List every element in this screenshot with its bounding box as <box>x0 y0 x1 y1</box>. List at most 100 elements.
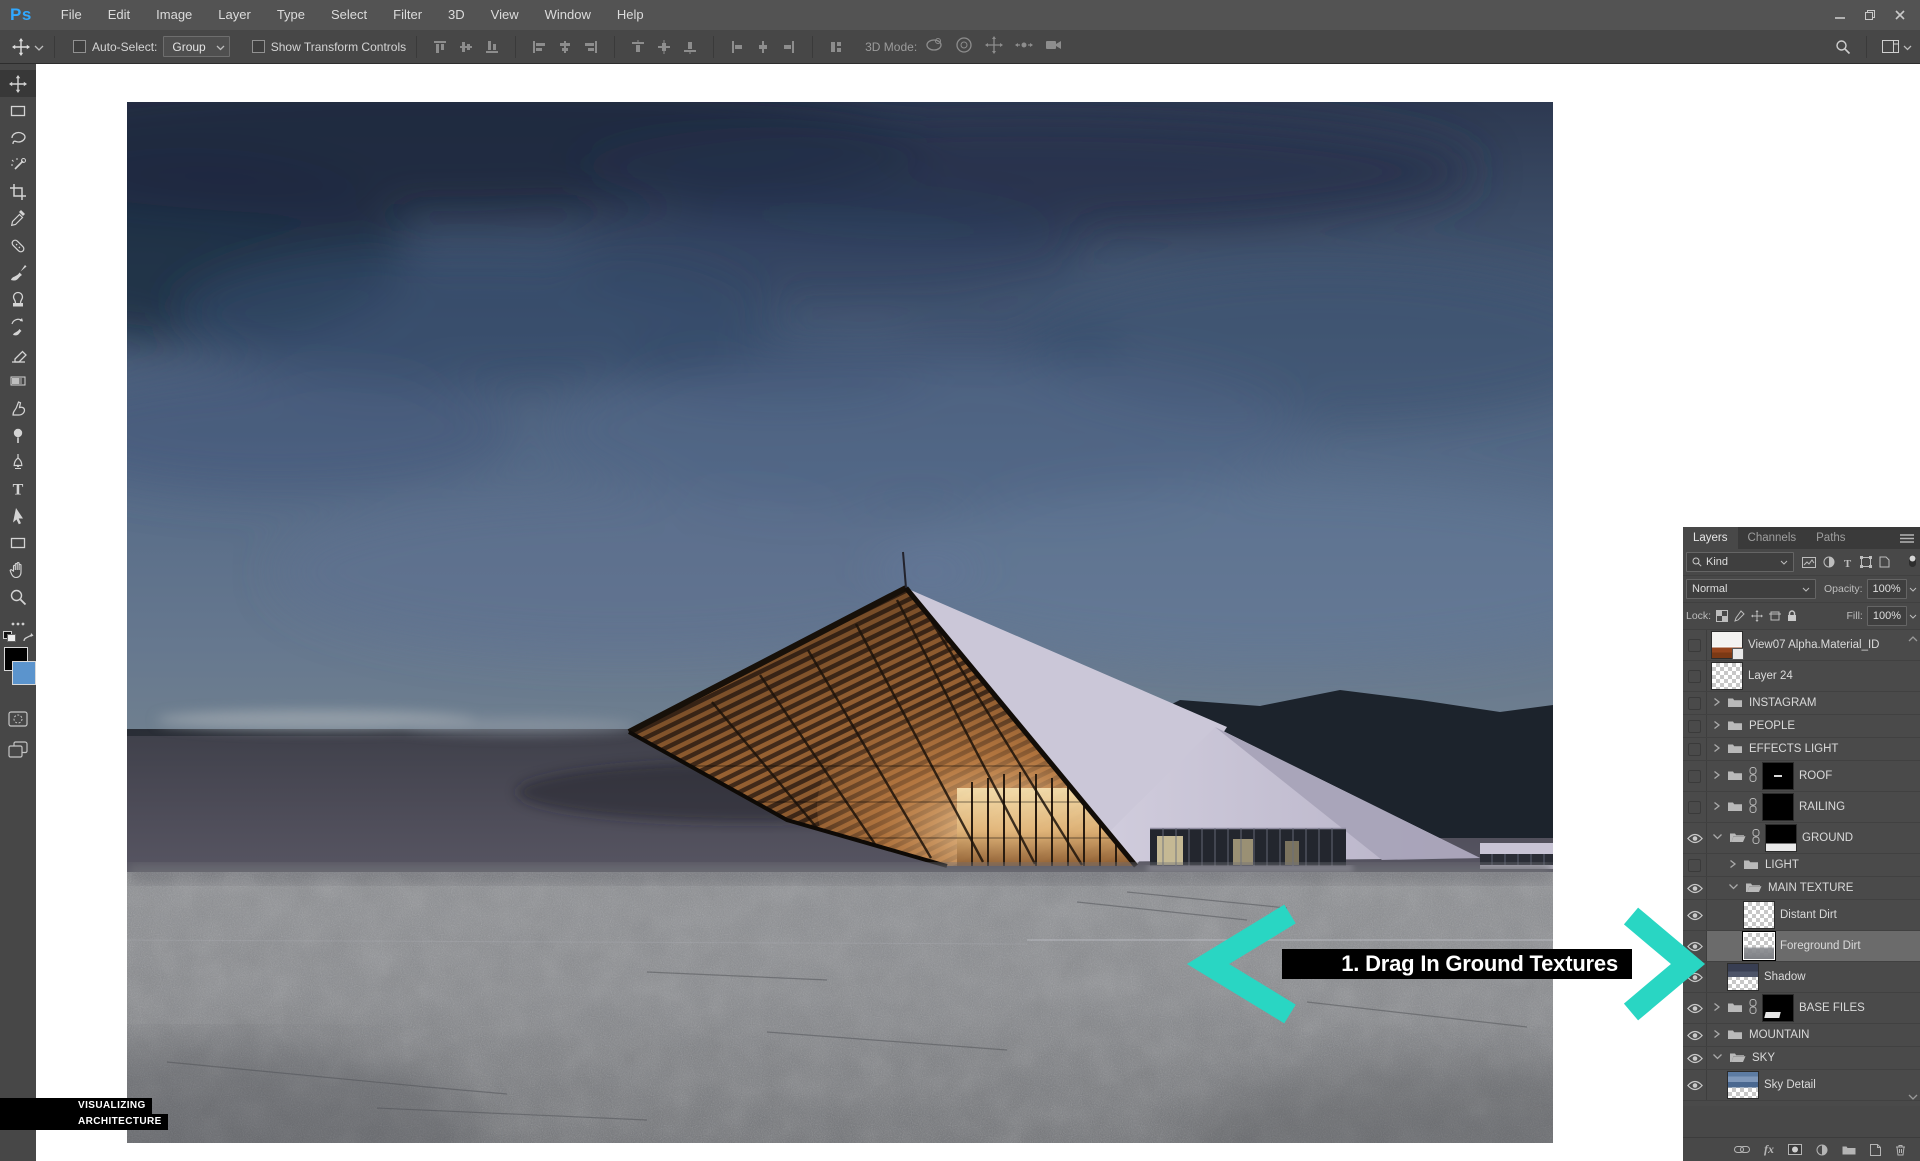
expand-group-icon[interactable] <box>1712 719 1721 734</box>
layer-visibility-toggle[interactable] <box>1683 715 1707 737</box>
menu-filter[interactable]: Filter <box>380 0 435 30</box>
filter-adjustment-layers-icon[interactable] <box>1823 556 1835 568</box>
panel-menu-icon[interactable] <box>1900 527 1920 549</box>
layer-thumbnail[interactable] <box>1712 663 1742 689</box>
background-color-swatch[interactable] <box>12 661 36 685</box>
layer-visibility-toggle[interactable] <box>1683 761 1707 791</box>
layer-visibility-toggle[interactable] <box>1683 792 1707 822</box>
layer-name[interactable]: BASE FILES <box>1799 1002 1865 1014</box>
layer-visibility-toggle[interactable] <box>1683 854 1707 876</box>
layer-row-shadow[interactable]: Shadow <box>1683 962 1920 993</box>
new-layer-icon[interactable] <box>1870 1144 1881 1156</box>
eraser-tool[interactable] <box>0 340 36 367</box>
layer-thumbnail[interactable] <box>1744 902 1774 928</box>
layer-visibility-toggle[interactable] <box>1683 823 1707 853</box>
layer-row-ground[interactable]: GROUND <box>1683 823 1920 854</box>
layer-visibility-toggle[interactable] <box>1683 931 1707 961</box>
hand-tool[interactable] <box>0 556 36 583</box>
layer-mask-thumbnail[interactable] <box>1763 794 1793 820</box>
menu-3d[interactable]: 3D <box>435 0 478 30</box>
layer-mask-thumbnail[interactable] <box>1766 825 1796 851</box>
screen-mode-icon[interactable] <box>0 736 36 763</box>
layer-name[interactable]: Shadow <box>1764 971 1806 983</box>
layer-visibility-toggle[interactable] <box>1683 1070 1707 1100</box>
collapse-group-icon[interactable] <box>1712 832 1723 844</box>
align-horizontal-centers-icon[interactable] <box>552 36 578 58</box>
auto-select-checkbox[interactable] <box>73 40 86 53</box>
lock-all-icon[interactable] <box>1787 610 1797 622</box>
3d-drag-icon[interactable] <box>985 36 1003 57</box>
3d-slide-icon[interactable] <box>1015 36 1033 57</box>
menu-help[interactable]: Help <box>604 0 657 30</box>
layer-name[interactable]: INSTAGRAM <box>1749 697 1817 709</box>
layer-row-distant-dirt[interactable]: Distant Dirt <box>1683 900 1920 931</box>
gradient-tool[interactable] <box>0 367 36 394</box>
menu-edit[interactable]: Edit <box>95 0 143 30</box>
align-right-edges-icon[interactable] <box>578 36 604 58</box>
layer-visibility-toggle[interactable] <box>1683 900 1707 930</box>
layer-row-railing[interactable]: RAILING <box>1683 792 1920 823</box>
lock-position-icon[interactable] <box>1751 610 1763 622</box>
layer-name[interactable]: Layer 24 <box>1748 670 1793 682</box>
layer-name[interactable]: MOUNTAIN <box>1749 1029 1809 1041</box>
layer-name[interactable]: Distant Dirt <box>1780 909 1837 921</box>
layer-visibility-toggle[interactable] <box>1683 630 1707 660</box>
distribute-top-edges-icon[interactable] <box>625 36 651 58</box>
layer-row-main-texture[interactable]: MAIN TEXTURE <box>1683 877 1920 900</box>
tool-preset-chevron-icon[interactable] <box>34 40 44 54</box>
blend-mode-dropdown[interactable]: Normal <box>1686 579 1816 599</box>
new-adjustment-layer-icon[interactable] <box>1816 1144 1828 1156</box>
chevron-down-icon[interactable] <box>1903 40 1912 54</box>
expand-group-icon[interactable] <box>1712 769 1721 784</box>
default-colors-icon[interactable] <box>3 631 15 641</box>
filter-type-layers-icon[interactable]: T <box>1842 557 1853 568</box>
align-top-edges-icon[interactable] <box>427 36 453 58</box>
auto-select-dropdown[interactable]: Group <box>163 36 229 57</box>
align-bottom-edges-icon[interactable] <box>479 36 505 58</box>
layer-style-fx-icon[interactable]: fx <box>1764 1142 1774 1157</box>
layer-row-effects-light[interactable]: EFFECTS LIGHT <box>1683 738 1920 761</box>
scroll-up-icon[interactable] <box>1908 633 1918 645</box>
layer-visibility-toggle[interactable] <box>1683 1024 1707 1046</box>
menu-select[interactable]: Select <box>318 0 380 30</box>
collapse-group-icon[interactable] <box>1712 1052 1723 1064</box>
quick-mask-mode-icon[interactable] <box>0 705 36 732</box>
layer-name[interactable]: GROUND <box>1802 832 1853 844</box>
3d-roll-icon[interactable] <box>955 36 973 57</box>
rectangle-tool[interactable] <box>0 529 36 556</box>
tab-paths[interactable]: Paths <box>1806 527 1855 549</box>
collapse-group-icon[interactable] <box>1728 882 1739 894</box>
layer-thumbnail[interactable] <box>1728 1072 1758 1098</box>
rectangular-marquee-tool[interactable] <box>0 97 36 124</box>
canvas-image[interactable] <box>127 102 1553 1143</box>
opacity-chevron-icon[interactable] <box>1909 583 1917 595</box>
show-transform-controls-checkbox[interactable] <box>252 40 265 53</box>
scroll-down-icon[interactable] <box>1908 1091 1918 1103</box>
fill-value[interactable]: 100% <box>1867 606 1907 626</box>
distribute-bottom-edges-icon[interactable] <box>677 36 703 58</box>
layer-visibility-toggle[interactable] <box>1683 661 1707 691</box>
layer-row-people[interactable]: PEOPLE <box>1683 715 1920 738</box>
align-vertical-centers-icon[interactable] <box>453 36 479 58</box>
layer-row-sky-detail[interactable]: Sky Detail <box>1683 1070 1920 1101</box>
zoom-tool[interactable] <box>0 583 36 610</box>
3d-rotate-icon[interactable] <box>925 36 943 57</box>
layer-row-light[interactable]: LIGHT <box>1683 854 1920 877</box>
layer-name[interactable]: SKY <box>1752 1052 1775 1064</box>
menu-image[interactable]: Image <box>143 0 205 30</box>
expand-group-icon[interactable] <box>1712 1001 1721 1016</box>
eyedropper-tool[interactable] <box>0 205 36 232</box>
clone-stamp-tool[interactable] <box>0 286 36 313</box>
layer-row-view07-alpha-material-id[interactable]: View07 Alpha.Material_ID <box>1683 630 1920 661</box>
workspace-switcher-icon[interactable] <box>1877 36 1903 58</box>
layer-name[interactable]: ROOF <box>1799 770 1832 782</box>
distribute-right-edges-icon[interactable] <box>776 36 802 58</box>
layer-visibility-toggle[interactable] <box>1683 962 1707 992</box>
layer-row-instagram[interactable]: INSTAGRAM <box>1683 692 1920 715</box>
tab-layers[interactable]: Layers <box>1683 527 1738 549</box>
expand-group-icon[interactable] <box>1712 800 1721 815</box>
distribute-left-edges-icon[interactable] <box>724 36 750 58</box>
expand-group-icon[interactable] <box>1728 858 1737 873</box>
layer-visibility-toggle[interactable] <box>1683 877 1707 899</box>
menu-type[interactable]: Type <box>264 0 318 30</box>
